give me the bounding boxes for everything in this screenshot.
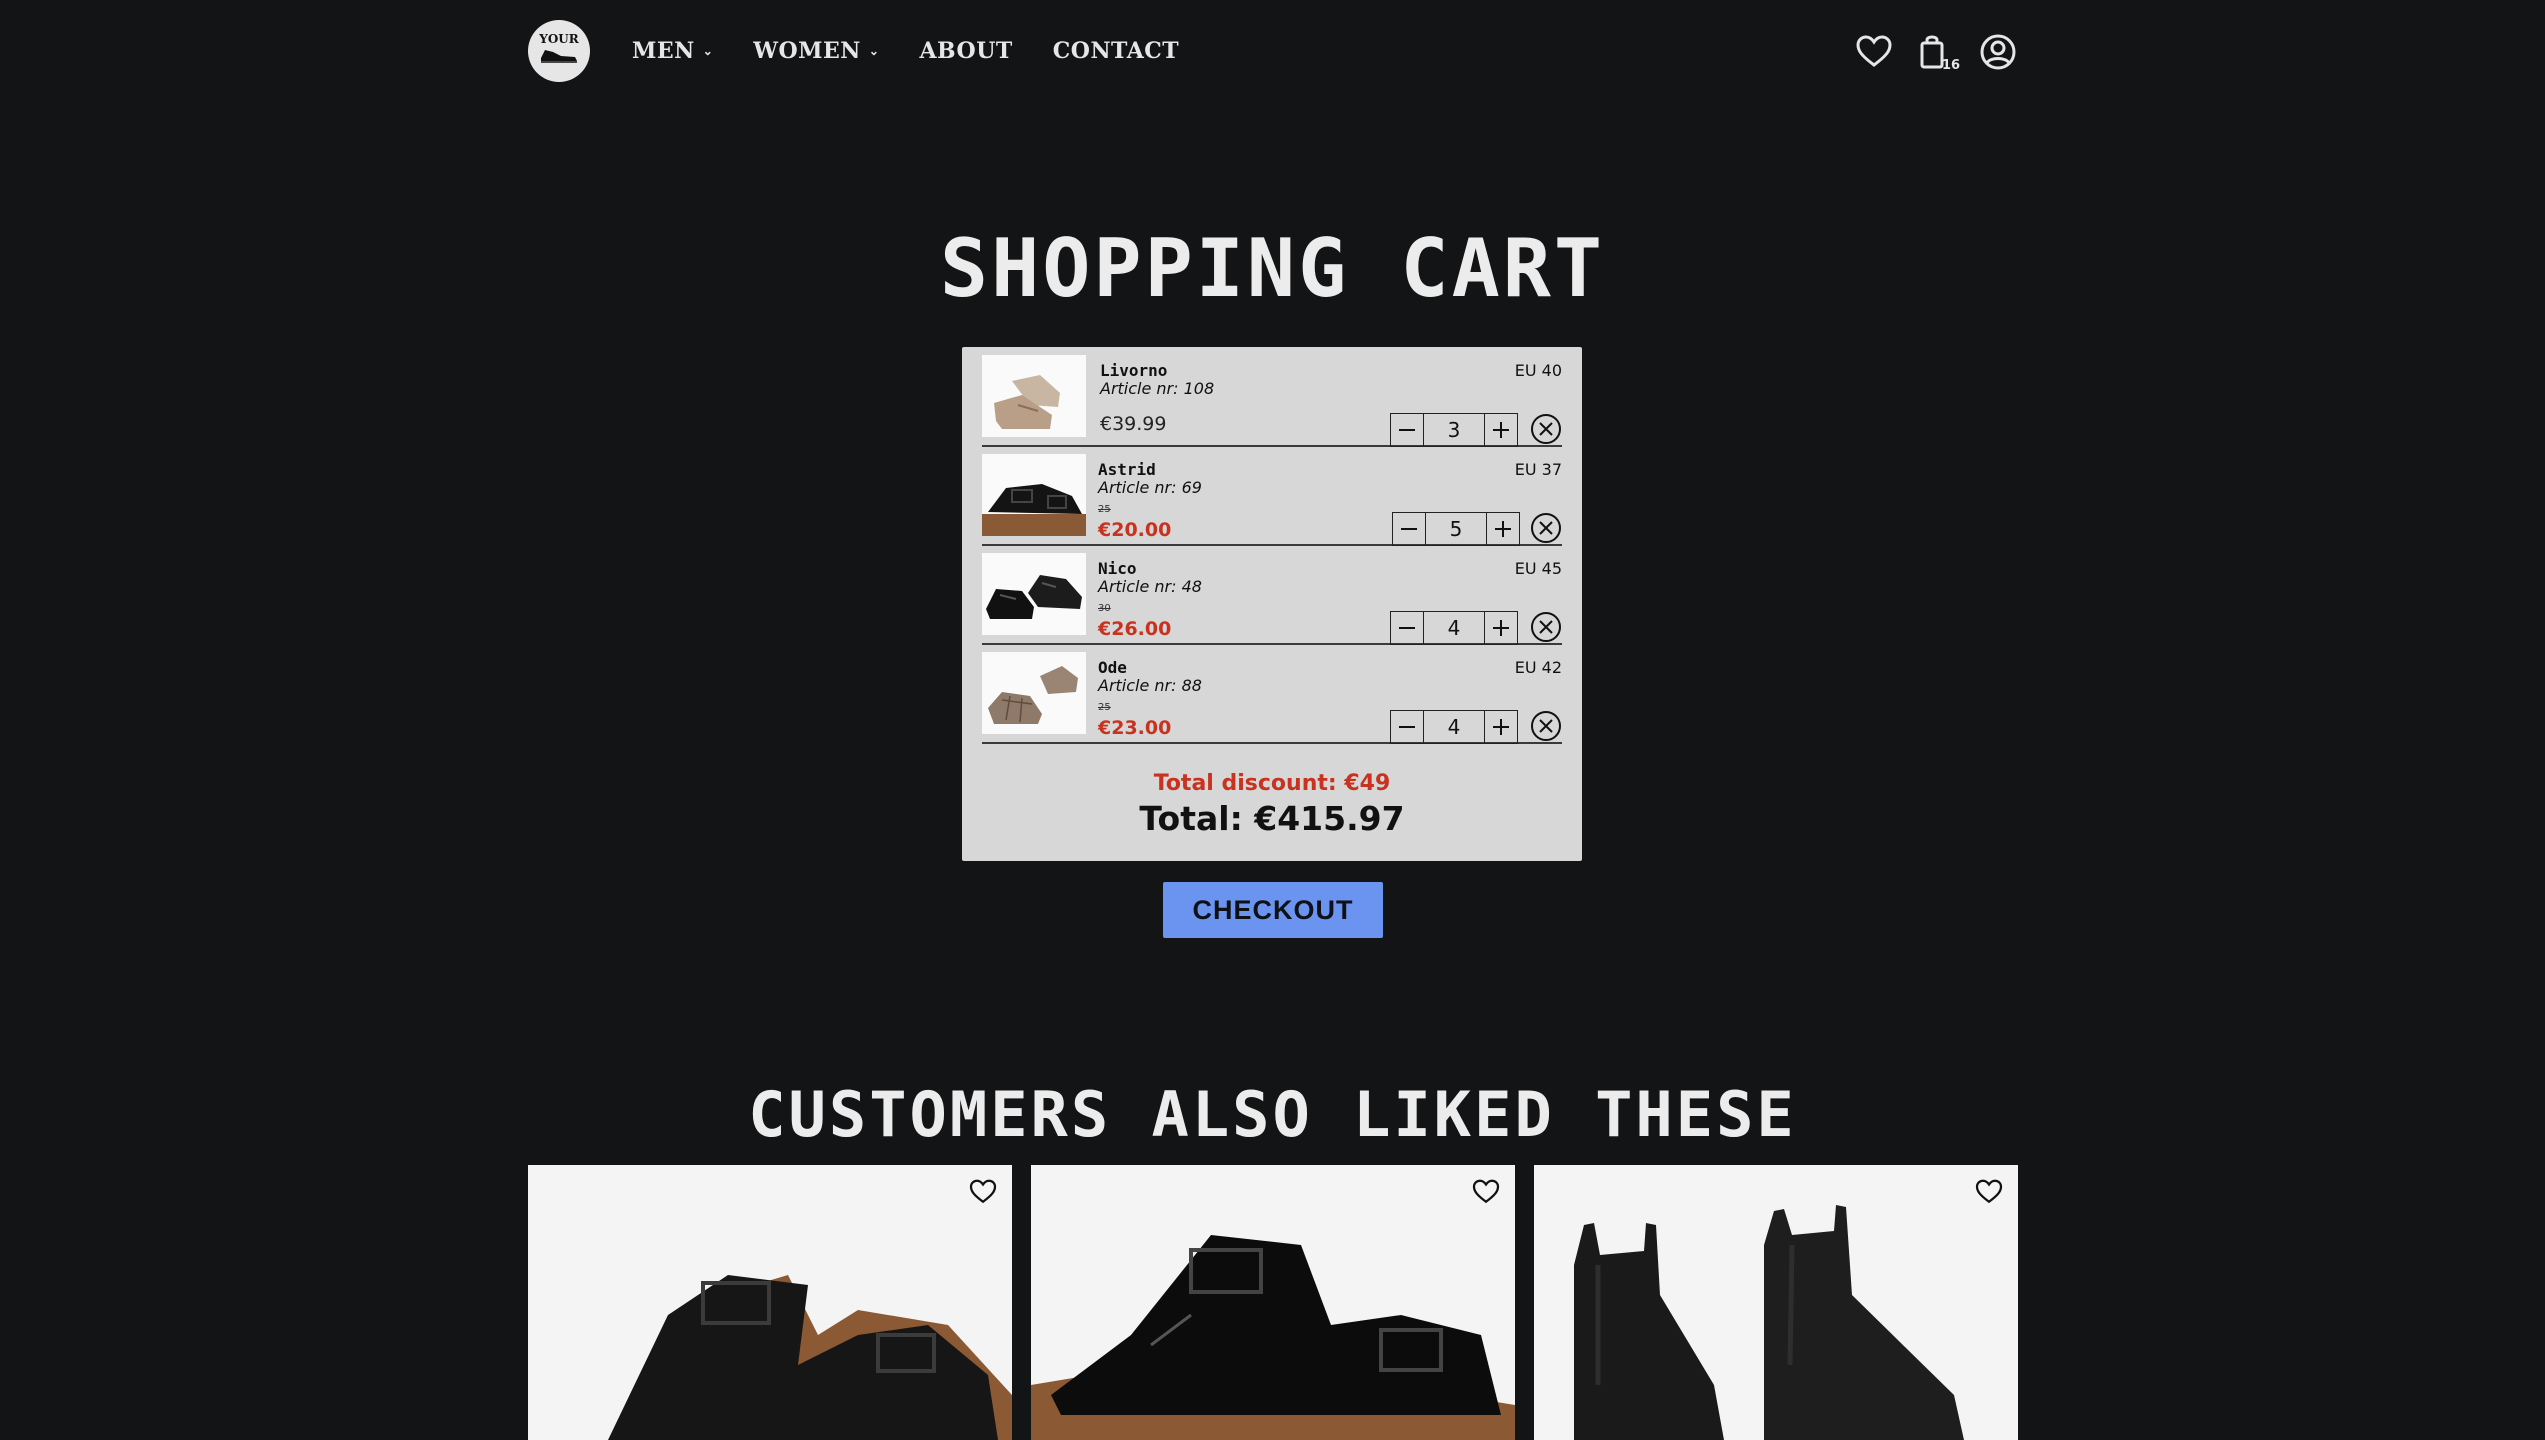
product-name[interactable]: Nico xyxy=(1098,559,1137,578)
product-name[interactable]: Livorno xyxy=(1100,361,1167,380)
increase-button[interactable] xyxy=(1485,612,1517,644)
cart-panel: Livorno Article nr: 108 €39.99 EU 40 3 A… xyxy=(962,347,1582,861)
remove-item-button[interactable] xyxy=(1530,512,1562,544)
total-discount: Total discount: €49 xyxy=(1153,771,1391,796)
product-image xyxy=(1574,1205,1964,1440)
product-thumbnail[interactable] xyxy=(982,652,1086,734)
nav-contact[interactable]: CONTACT xyxy=(1053,38,1179,64)
product-thumbnail[interactable] xyxy=(982,355,1086,437)
original-price: 30 xyxy=(1098,603,1111,614)
remove-item-button[interactable] xyxy=(1530,710,1562,742)
decrease-button[interactable] xyxy=(1391,711,1423,743)
increase-button[interactable] xyxy=(1485,414,1517,446)
product-card[interactable] xyxy=(1031,1165,1515,1440)
product-card[interactable] xyxy=(1534,1165,2018,1440)
decrease-button[interactable] xyxy=(1391,612,1423,644)
product-thumbnail[interactable] xyxy=(982,553,1086,635)
logo-text: YOUR xyxy=(539,32,579,46)
remove-item-button[interactable] xyxy=(1530,611,1562,643)
product-size: EU 42 xyxy=(1514,658,1562,677)
product-size: EU 40 xyxy=(1514,361,1562,380)
shopping-bag-icon[interactable]: 16 xyxy=(1916,32,1960,73)
cart-count-badge: 16 xyxy=(1942,58,1961,73)
quantity-value[interactable]: 4 xyxy=(1423,612,1485,644)
user-icon[interactable] xyxy=(1978,32,2018,72)
heart-icon[interactable] xyxy=(1974,1177,2004,1207)
remove-item-button[interactable] xyxy=(1530,413,1562,445)
product-image xyxy=(608,1275,1012,1440)
sale-price: €23.00 xyxy=(1098,717,1172,739)
quantity-stepper: 3 xyxy=(1390,413,1518,447)
article-number: Article nr: 108 xyxy=(1100,379,1215,398)
decrease-button[interactable] xyxy=(1393,513,1425,545)
product-size: EU 45 xyxy=(1514,559,1562,578)
quantity-stepper: 4 xyxy=(1390,611,1518,645)
nav-women[interactable]: WOMEN ⌄ xyxy=(753,38,879,64)
product-price: €39.99 xyxy=(1100,413,1167,435)
cart-item: Ode Article nr: 88 25 €23.00 EU 42 4 xyxy=(982,644,1562,744)
article-number: Article nr: 48 xyxy=(1098,577,1202,596)
heart-icon[interactable] xyxy=(1854,32,1894,72)
original-price: 25 xyxy=(1098,702,1111,713)
cart-total: Total: €415.97 xyxy=(1139,799,1405,838)
product-name[interactable]: Ode xyxy=(1098,658,1127,677)
chevron-down-icon: ⌄ xyxy=(868,44,880,58)
sale-price: €26.00 xyxy=(1098,618,1172,640)
increase-button[interactable] xyxy=(1485,711,1517,743)
quantity-stepper: 4 xyxy=(1390,710,1518,744)
quantity-value[interactable]: 3 xyxy=(1423,414,1485,446)
shoe-logo-icon xyxy=(541,50,577,63)
cart-item: Livorno Article nr: 108 €39.99 EU 40 3 xyxy=(982,347,1562,447)
quantity-stepper: 5 xyxy=(1392,512,1520,546)
chevron-down-icon: ⌄ xyxy=(702,44,714,58)
cart-item: Nico Article nr: 48 30 €26.00 EU 45 4 xyxy=(982,545,1562,645)
checkout-button[interactable]: CHECKOUT xyxy=(1163,882,1383,938)
product-name[interactable]: Astrid xyxy=(1098,460,1156,479)
increase-button[interactable] xyxy=(1487,513,1519,545)
product-image xyxy=(1031,1235,1515,1440)
decrease-button[interactable] xyxy=(1391,414,1423,446)
cart-item: Astrid Article nr: 69 25 €20.00 EU 37 5 xyxy=(982,446,1562,546)
original-price: 25 xyxy=(1098,504,1111,515)
heart-icon[interactable] xyxy=(1471,1177,1501,1207)
quantity-value[interactable]: 5 xyxy=(1425,513,1487,545)
page-title: SHOPPING CART xyxy=(939,222,1606,315)
nav-about[interactable]: ABOUT xyxy=(919,38,1012,64)
also-liked-title: CUSTOMERS ALSO LIKED THESE xyxy=(748,1078,1797,1151)
article-number: Article nr: 69 xyxy=(1098,478,1202,497)
nav-men[interactable]: MEN ⌄ xyxy=(632,38,713,64)
quantity-value[interactable]: 4 xyxy=(1423,711,1485,743)
product-card[interactable] xyxy=(528,1165,1012,1440)
heart-icon[interactable] xyxy=(968,1177,998,1207)
top-navbar: YOUR MEN ⌄ WOMEN ⌄ ABOUT CONTACT 16 xyxy=(528,20,2018,84)
logo[interactable]: YOUR xyxy=(528,20,590,82)
product-thumbnail[interactable] xyxy=(982,454,1086,536)
article-number: Article nr: 88 xyxy=(1098,676,1202,695)
sale-price: €20.00 xyxy=(1098,519,1172,541)
product-size: EU 37 xyxy=(1514,460,1562,479)
